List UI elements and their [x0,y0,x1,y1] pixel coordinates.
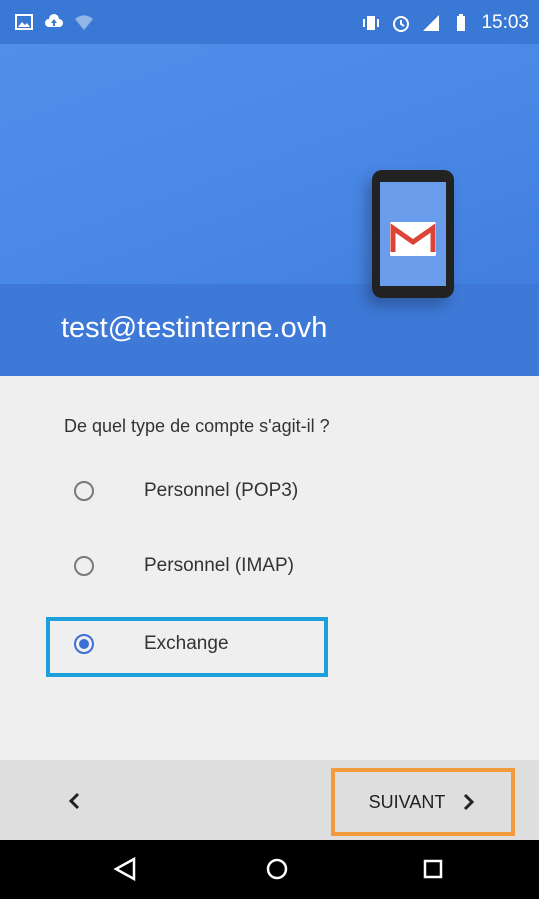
account-type-form: De quel type de compte s'agit-il ? Perso… [0,376,539,760]
image-notification-icon [15,14,33,30]
cloud-upload-icon [45,14,63,27]
option-imap[interactable]: Personnel (IMAP) [74,546,294,586]
account-email: test@testinterne.ovh [61,312,328,344]
option-label-imap: Personnel (IMAP) [144,555,294,576]
status-right-icons: 15:03 [361,12,529,34]
chevron-left-icon[interactable] [60,786,90,816]
phone-screen [380,182,446,286]
vibrate-icon [363,16,380,30]
battery-icon [457,14,466,31]
radio-pop3[interactable] [74,481,94,501]
phone-illustration [372,170,454,298]
exchange-highlight-box [46,617,328,677]
option-label-pop3: Personnel (POP3) [144,480,299,501]
status-left-icons [14,12,94,32]
wizard-footer: SUIVANT [0,760,539,840]
gmail-icon [390,222,436,256]
radio-imap[interactable] [74,556,94,576]
next-button-label: SUIVANT [368,791,446,812]
status-bar: 15:03 [0,0,539,44]
chevron-right-icon [464,793,475,811]
account-type-question: De quel type de compte s'agit-il ? [64,416,330,436]
next-button[interactable]: SUIVANT [331,768,515,836]
status-time: 15:03 [481,12,529,33]
option-pop3[interactable]: Personnel (POP3) [74,471,298,511]
signal-icon [423,15,440,31]
back-triangle-icon[interactable] [110,854,140,884]
alarm-icon [393,16,410,32]
system-navigation-bar [0,840,539,899]
wifi-icon [75,15,93,30]
home-circle-icon[interactable] [262,854,292,884]
recent-square-icon[interactable] [418,854,448,884]
account-header: test@testinterne.ovh [0,44,539,376]
